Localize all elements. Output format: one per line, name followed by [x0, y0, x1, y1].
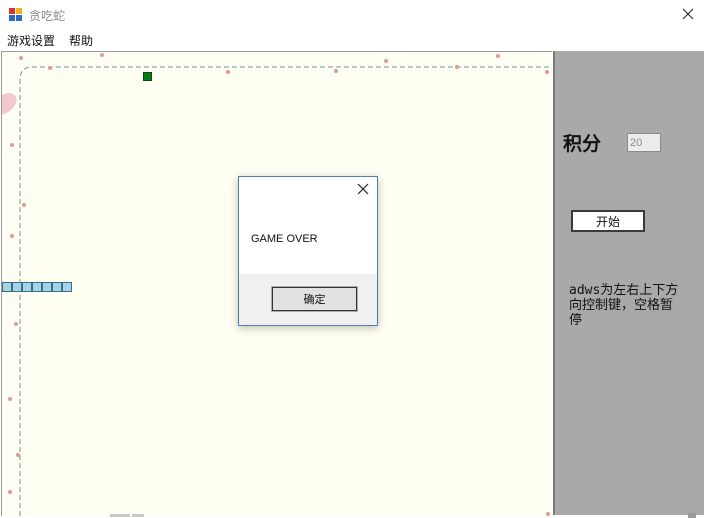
score-label: 积分 [563, 133, 602, 155]
menu-bar: 游戏设置 帮助 [0, 30, 704, 50]
bottom-edge [110, 513, 696, 518]
snake-segment [2, 282, 12, 292]
snake-segment [52, 282, 62, 292]
dialog-message: GAME OVER [251, 233, 318, 245]
snake-body [2, 282, 72, 292]
dialog-footer: 确定 [239, 274, 377, 325]
game-over-dialog: GAME OVER 确定 [238, 176, 378, 326]
menu-help[interactable]: 帮助 [69, 32, 93, 49]
snake-segment [22, 282, 32, 292]
start-button[interactable]: 开始 [571, 210, 645, 232]
controls-help-text: adws为左右上下方向控制键，空格暂停 [569, 283, 679, 328]
menu-game-settings[interactable]: 游戏设置 [7, 32, 55, 49]
app-window-icon [9, 8, 22, 21]
snake-segment [32, 282, 42, 292]
snake-segment [12, 282, 22, 292]
side-panel: 积分 开始 adws为左右上下方向控制键，空格暂停 [553, 51, 704, 515]
dialog-close-icon[interactable] [357, 183, 369, 195]
snake-food [143, 72, 152, 81]
ok-button[interactable]: 确定 [271, 286, 358, 312]
score-field [627, 133, 661, 152]
snake-segment [62, 282, 72, 292]
snake-segment [42, 282, 52, 292]
window-title: 贪吃蛇 [29, 9, 66, 23]
title-bar: 贪吃蛇 [0, 0, 704, 30]
window-close-icon[interactable] [680, 6, 696, 22]
